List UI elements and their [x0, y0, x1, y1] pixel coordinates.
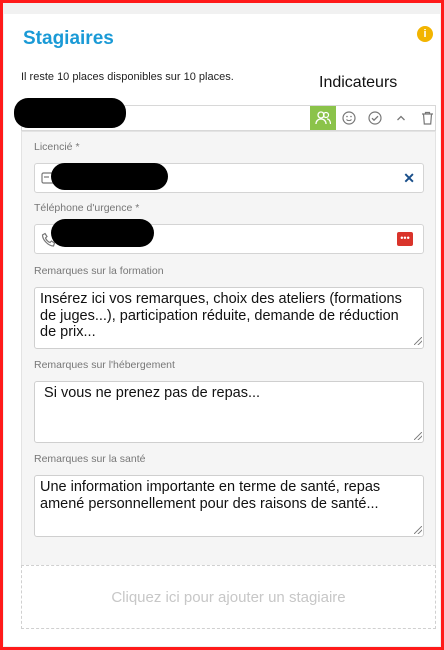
emergency-phone-field[interactable]: •••: [34, 219, 424, 254]
redacted-name: [14, 98, 126, 128]
resize-handle-icon[interactable]: [414, 432, 422, 440]
formation-label: Remarques sur la formation: [34, 265, 164, 277]
page-title: Stagiaires: [23, 28, 114, 49]
more-options-icon[interactable]: •••: [397, 232, 413, 246]
licence-field[interactable]: ✕: [34, 163, 424, 193]
sante-textarea[interactable]: Une information importante en terme de s…: [34, 475, 424, 537]
trainee-toolbar: [14, 98, 436, 131]
formation-textarea[interactable]: Insérez ici vos remarques, choix des ate…: [34, 287, 424, 349]
hebergement-textarea[interactable]: Si vous ne prenez pas de repas...: [34, 381, 424, 443]
places-remaining-text: Il reste 10 places disponibles sur 10 pl…: [21, 71, 234, 83]
redacted-phone: [51, 219, 154, 247]
users-icon[interactable]: [310, 106, 336, 130]
trash-icon[interactable]: [414, 106, 440, 130]
phone-label: Téléphone d'urgence *: [34, 202, 140, 214]
redacted-licence: [51, 163, 168, 190]
resize-handle-icon[interactable]: [414, 526, 422, 534]
resize-handle-icon[interactable]: [414, 337, 422, 345]
trainee-form-panel: Licencié * ✕ Téléphone d'urgence * ••• R…: [21, 131, 436, 567]
info-icon[interactable]: i: [417, 26, 433, 42]
clear-icon[interactable]: ✕: [403, 170, 415, 187]
trainees-card: Stagiaires i Il reste 10 places disponib…: [4, 14, 440, 646]
hebergement-label: Remarques sur l'hébergement: [34, 359, 175, 371]
sante-label: Remarques sur la santé: [34, 453, 146, 465]
licence-label: Licencié *: [34, 141, 80, 153]
indicators-annotation: Indicateurs: [319, 74, 398, 91]
smiley-icon[interactable]: [336, 106, 362, 130]
check-circle-icon[interactable]: [362, 106, 388, 130]
add-trainee-button[interactable]: Cliquez ici pour ajouter un stagiaire: [21, 565, 436, 629]
chevron-up-icon[interactable]: [388, 106, 414, 130]
